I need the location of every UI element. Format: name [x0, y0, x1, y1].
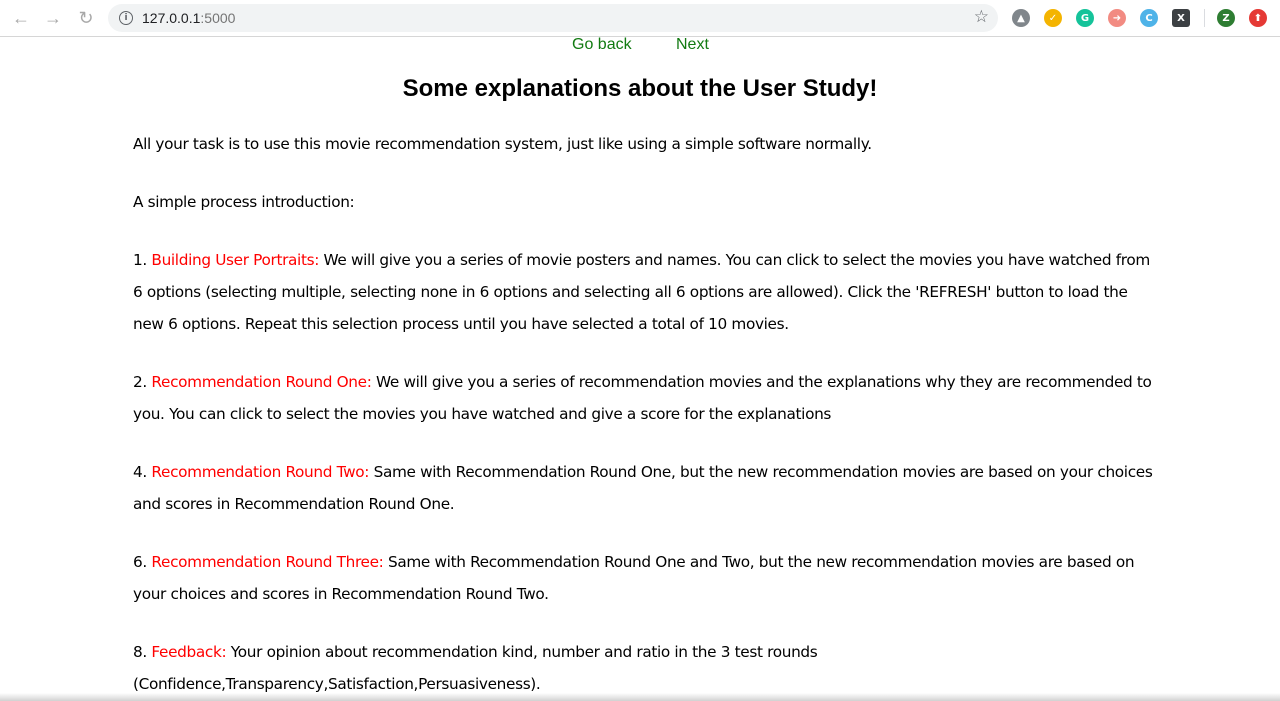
- back-arrow-icon[interactable]: ←: [9, 6, 33, 30]
- go-back-link[interactable]: Go back: [572, 36, 632, 54]
- drive-icon[interactable]: ▲: [1012, 9, 1030, 27]
- step-round-two: 4. Recommendation Round Two: Same with R…: [133, 456, 1153, 520]
- step-feedback: 8. Feedback: Your opinion about recommen…: [133, 636, 1153, 700]
- step-heading: Recommendation Round Two:: [151, 463, 370, 481]
- chrome-ext-icon[interactable]: ✓: [1044, 9, 1062, 27]
- info-icon[interactable]: i: [119, 11, 133, 25]
- step-heading: Recommendation Round Three:: [151, 553, 384, 571]
- bottom-shadow: [0, 693, 1280, 701]
- step-number: 4.: [133, 463, 147, 481]
- forward-arrow-icon[interactable]: →: [41, 6, 65, 30]
- x-ext-icon[interactable]: X: [1172, 9, 1190, 27]
- intro-paragraph: All your task is to use this movie recom…: [133, 135, 872, 153]
- ext-badge-icon[interactable]: C: [1140, 9, 1158, 27]
- address-bar[interactable]: i 127.0.0.1:5000 ☆: [108, 4, 998, 32]
- top-navigation: Go back Next: [0, 36, 1280, 56]
- explanation-content: All your task is to use this movie recom…: [133, 128, 1153, 701]
- browser-toolbar: ← → ↻ i 127.0.0.1:5000 ☆ ▲ ✓ G ➜ C X Z ⬆: [0, 0, 1280, 37]
- step-round-three: 6. Recommendation Round Three: Same with…: [133, 546, 1153, 610]
- step-number: 6.: [133, 553, 147, 571]
- step-number: 1.: [133, 251, 147, 269]
- step-heading: Recommendation Round One:: [151, 373, 372, 391]
- toolbar-separator: [1204, 9, 1205, 27]
- next-link[interactable]: Next: [676, 36, 709, 54]
- step-building-portraits: 1. Building User Portraits: We will give…: [133, 244, 1153, 340]
- url-text: 127.0.0.1:5000: [142, 10, 235, 26]
- profile-avatar[interactable]: Z: [1217, 9, 1235, 27]
- update-icon[interactable]: ⬆: [1249, 9, 1267, 27]
- grammarly-icon[interactable]: G: [1076, 9, 1094, 27]
- bookmark-star-icon[interactable]: ☆: [974, 7, 989, 27]
- step-number: 8.: [133, 643, 147, 661]
- step-number: 2.: [133, 373, 147, 391]
- step-text: Your opinion about recommendation kind, …: [133, 643, 818, 693]
- url-host: 127.0.0.1: [142, 10, 201, 26]
- url-port: :5000: [200, 10, 236, 26]
- page-title: Some explanations about the User Study!: [402, 75, 878, 102]
- reload-icon[interactable]: ↻: [74, 6, 98, 30]
- step-heading: Feedback:: [151, 643, 227, 661]
- share-ext-icon[interactable]: ➜: [1108, 9, 1126, 27]
- step-heading: Building User Portraits:: [151, 251, 320, 269]
- process-intro: A simple process introduction:: [133, 193, 355, 211]
- step-round-one: 2. Recommendation Round One: We will giv…: [133, 366, 1153, 430]
